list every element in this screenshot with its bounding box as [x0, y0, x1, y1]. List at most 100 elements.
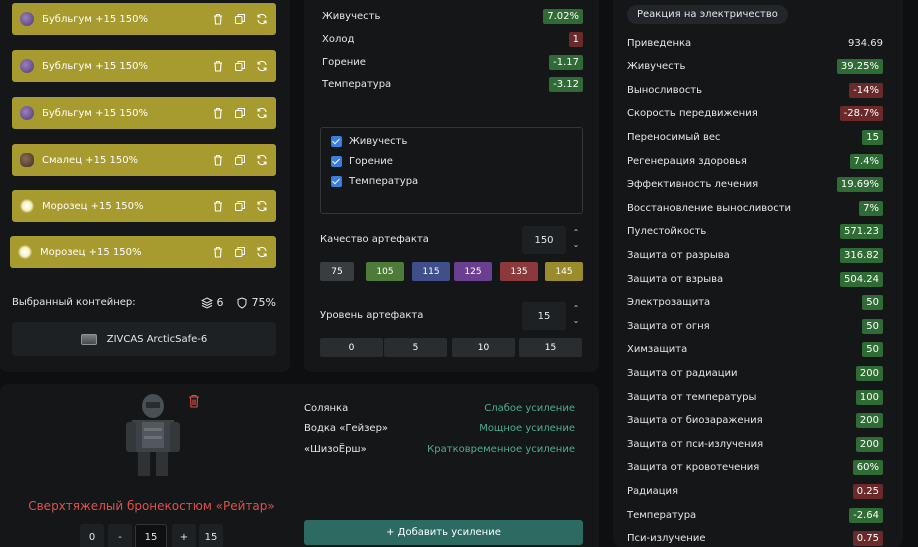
- refresh-icon[interactable]: [256, 13, 268, 25]
- stat-value: -3.12: [549, 76, 583, 92]
- property-value: 200: [855, 365, 883, 381]
- checkbox-checked-icon[interactable]: [331, 135, 342, 147]
- level-minus-button[interactable]: -: [108, 524, 132, 547]
- copy-icon[interactable]: [234, 60, 246, 72]
- property-name: Пулестойкость: [627, 226, 707, 238]
- reaction-tag[interactable]: Реакция на электричество: [627, 5, 788, 24]
- property-row: Защита от биозаражения 200: [627, 411, 883, 431]
- boost-row[interactable]: «ШизоЁрш» Кратковременное усиление: [304, 444, 575, 455]
- level-max-button[interactable]: 15: [199, 524, 223, 547]
- refresh-icon[interactable]: [256, 154, 268, 166]
- property-value: 316.82: [840, 247, 883, 263]
- checkbox-checked-icon[interactable]: [331, 175, 342, 187]
- quality-input[interactable]: 150: [522, 226, 566, 254]
- quality-preset-button[interactable]: 145: [545, 262, 583, 281]
- artifact-slot[interactable]: Морозец +15 150%: [10, 236, 276, 268]
- quality-preset-button[interactable]: 105: [366, 262, 404, 281]
- level-preset-button[interactable]: 15: [519, 338, 582, 357]
- property-name: Регенерация здоровья: [627, 155, 747, 167]
- property-value: 7.4%: [849, 153, 883, 169]
- boost-row[interactable]: Солянка Слабое усиление: [304, 403, 575, 414]
- property-name: Живучесть: [627, 61, 686, 73]
- container-slots: 6: [200, 296, 224, 309]
- artifact-slot[interactable]: Бубльгум +15 150%: [12, 97, 276, 129]
- property-row: Защита от разрыва 316.82: [627, 245, 883, 265]
- property-value: 934.69: [848, 37, 883, 49]
- filter-checkbox-list: Живучесть Горение Температура: [320, 127, 583, 214]
- property-row: Защита от пси-излучения 200: [627, 434, 883, 454]
- level-min-button[interactable]: 0: [80, 524, 104, 547]
- copy-icon[interactable]: [234, 246, 246, 258]
- artifact-slot[interactable]: Смалец +15 150%: [12, 144, 276, 176]
- property-name: Температура: [627, 509, 697, 521]
- property-value: 0.75: [852, 531, 883, 547]
- quality-increase-icon[interactable]: ⌃: [571, 228, 581, 238]
- refresh-icon[interactable]: [256, 60, 268, 72]
- property-value: 39.25%: [836, 59, 883, 75]
- level-plus-button[interactable]: +: [172, 524, 196, 547]
- quality-preset-button[interactable]: 125: [454, 262, 492, 281]
- filter-option[interactable]: Горение: [331, 151, 582, 171]
- level-decrease-icon[interactable]: ⌄: [571, 316, 581, 326]
- artifact-slot[interactable]: Бубльгум +15 150%: [12, 50, 276, 82]
- boost-row[interactable]: Водка «Гейзер» Мощное усиление: [304, 423, 575, 434]
- property-name: Защита от разрыва: [627, 249, 730, 261]
- refresh-icon[interactable]: [256, 107, 268, 119]
- stat-row: Холод 1: [322, 29, 583, 49]
- property-value: 200: [855, 436, 883, 452]
- property-row: Регенерация здоровья 7.4%: [627, 151, 883, 171]
- filter-option[interactable]: Живучесть: [331, 131, 582, 151]
- property-name: Электрозащита: [627, 297, 711, 309]
- property-name: Защита от биозаражения: [627, 415, 763, 427]
- add-boost-button[interactable]: + Добавить усиление: [304, 520, 583, 545]
- quality-decrease-icon[interactable]: ⌄: [571, 240, 581, 250]
- item-level-field[interactable]: 15: [135, 524, 167, 547]
- delete-icon[interactable]: [212, 246, 224, 258]
- level-input[interactable]: 15: [522, 302, 566, 330]
- level-preset-button[interactable]: 10: [452, 338, 515, 357]
- container-selector[interactable]: ZIVCAS ArcticSafe-6: [12, 322, 276, 356]
- properties-panel: Реакция на электричество Приведенка 934.6…: [613, 0, 903, 547]
- property-value: 571.23: [840, 224, 883, 240]
- level-preset-button[interactable]: 0: [320, 338, 383, 357]
- level-preset-button[interactable]: 5: [384, 338, 447, 357]
- property-row: Температура -2.64: [627, 505, 883, 525]
- delete-item-icon[interactable]: [188, 394, 200, 408]
- white-artifact-icon: [20, 199, 34, 213]
- artifact-list-panel: Выбранный контейнер: 6 75% ZIVCAS Arctic…: [0, 0, 290, 372]
- property-value: 19.69%: [836, 177, 883, 193]
- artifact-slot[interactable]: Морозец +15 150%: [12, 190, 276, 222]
- copy-icon[interactable]: [234, 107, 246, 119]
- property-value: -2.64: [849, 507, 883, 523]
- property-name: Защита от взрыва: [627, 273, 724, 285]
- property-name: Защита от температуры: [627, 391, 757, 403]
- property-value: 504.24: [840, 271, 883, 287]
- copy-icon[interactable]: [234, 154, 246, 166]
- refresh-icon[interactable]: [256, 246, 268, 258]
- delete-icon[interactable]: [212, 107, 224, 119]
- delete-icon[interactable]: [212, 154, 224, 166]
- filter-option[interactable]: Температура: [331, 171, 582, 191]
- artifact-slot[interactable]: Бубльгум +15 150%: [12, 3, 276, 35]
- property-row: Пулестойкость 571.23: [627, 222, 883, 242]
- copy-icon[interactable]: [234, 200, 246, 212]
- artifact-label: Бубльгум +15 150%: [42, 107, 148, 119]
- container-name: ZIVCAS ArcticSafe-6: [106, 333, 208, 345]
- property-name: Переносимый вес: [627, 131, 721, 143]
- level-increase-icon[interactable]: ⌃: [571, 304, 581, 314]
- property-row: Радиация 0.25: [627, 481, 883, 501]
- delete-icon[interactable]: [212, 60, 224, 72]
- property-value: 50: [862, 295, 883, 311]
- delete-icon[interactable]: [212, 13, 224, 25]
- quality-preset-button[interactable]: 135: [500, 262, 538, 281]
- layers-icon: [200, 296, 213, 309]
- artifact-label: Морозец +15 150%: [42, 200, 144, 212]
- quality-preset-button[interactable]: 115: [412, 262, 450, 281]
- scrollbar[interactable]: [904, 0, 918, 547]
- quality-preset-button[interactable]: 75: [320, 262, 354, 281]
- delete-icon[interactable]: [212, 200, 224, 212]
- checkbox-checked-icon[interactable]: [331, 155, 342, 167]
- refresh-icon[interactable]: [256, 200, 268, 212]
- copy-icon[interactable]: [234, 13, 246, 25]
- property-row: Химзащита 50: [627, 340, 883, 360]
